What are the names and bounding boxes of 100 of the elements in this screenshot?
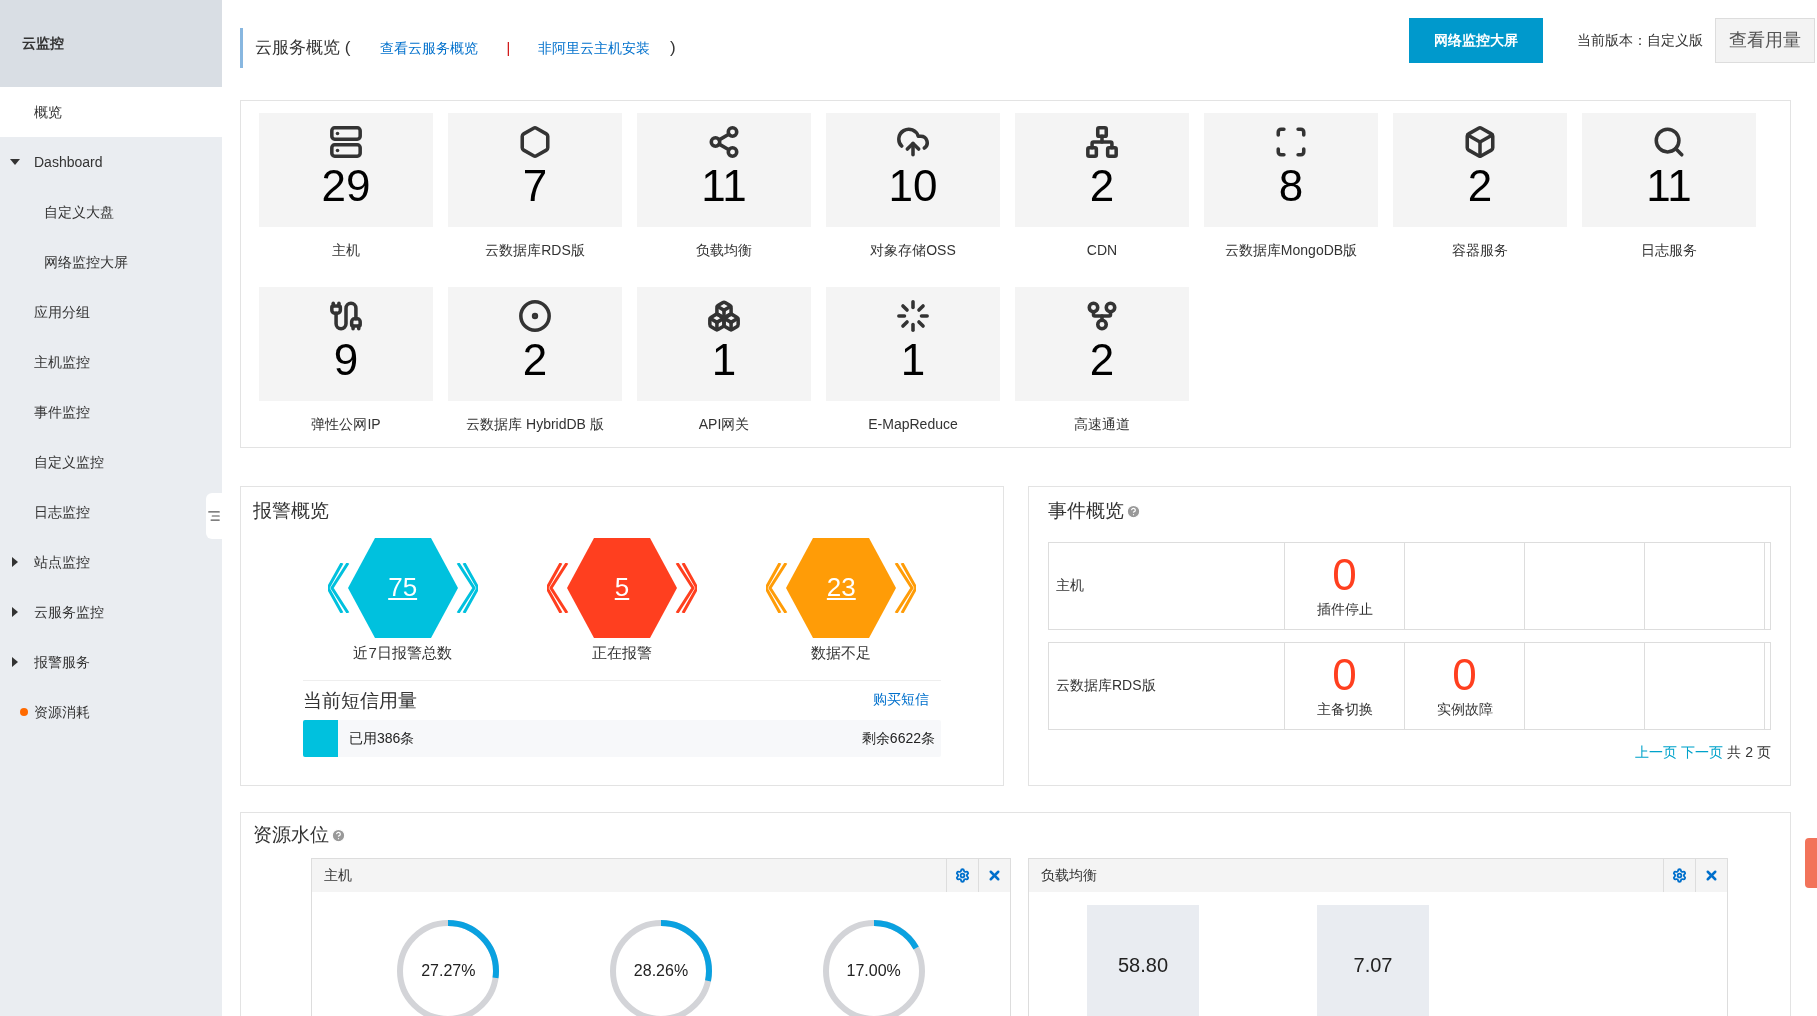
version-label: 当前版本：自定义版 (1577, 31, 1703, 50)
caret-right-icon (10, 557, 20, 567)
service-count: 9 (333, 334, 359, 386)
event-count[interactable]: 0 (1332, 551, 1357, 599)
service-tile[interactable]: 29 (259, 113, 433, 227)
sidebar-title: 云监控 (0, 0, 222, 87)
service-label: 对象存储OSS (870, 241, 956, 260)
service-label: 主机 (332, 241, 360, 260)
collapse-handle[interactable] (206, 493, 222, 539)
chevron-right-icon (455, 562, 478, 613)
service-count: 29 (321, 160, 371, 212)
chevron-left-icon (327, 562, 350, 613)
service-count: 11 (1646, 160, 1692, 212)
cube-icon (1463, 125, 1497, 159)
service-count: 1 (711, 334, 737, 386)
install-link[interactable]: 非阿里云主机安装 (538, 37, 651, 59)
service-count: 7 (522, 160, 548, 212)
service-tile[interactable]: 2 (1393, 113, 1567, 227)
sidebar-item[interactable]: 资源消耗 (0, 687, 222, 737)
gauge-reading: 28.26% (633, 960, 689, 981)
target-icon (518, 299, 552, 333)
chevron-right-icon (675, 562, 697, 613)
close-icon (1704, 867, 1719, 883)
alarm-count-link[interactable]: 5 (614, 568, 630, 607)
scan-icon (1274, 125, 1308, 159)
service-tile[interactable]: 1 (826, 287, 1000, 401)
service-label: 云数据库MongoDB版 (1224, 241, 1358, 260)
sidebar-item[interactable]: 站点监控 (0, 537, 222, 587)
sms-title: 当前短信用量 (303, 689, 417, 713)
cable-icon (329, 299, 363, 333)
sidebar-item[interactable]: 自定义大盘 (0, 187, 222, 237)
service-tile[interactable]: 2 (1015, 113, 1189, 227)
service-count: 2 (1089, 334, 1115, 386)
page-count: 共 2 页 (1727, 742, 1771, 762)
service-label: 高速通道 (1074, 415, 1130, 434)
caret-right-icon (10, 607, 20, 617)
cubes-icon (707, 299, 741, 333)
sidebar-item[interactable]: 自定义监控 (0, 437, 222, 487)
service-tile[interactable]: 2 (448, 287, 622, 401)
service-count: 2 (1467, 160, 1493, 212)
event-category-cell: 云数据库RDS版 (1049, 642, 1285, 729)
event-label: 实例故障 (1436, 700, 1493, 719)
help-icon[interactable] (331, 827, 346, 843)
alarm-label: 数据不足 (811, 642, 872, 663)
service-tile[interactable]: 11 (637, 113, 811, 227)
service-tile[interactable]: 7 (448, 113, 622, 227)
alarm-label: 近7日报警总数 (353, 642, 452, 663)
sidebar-item[interactable]: 概览 (0, 87, 222, 137)
chevron-right-icon (894, 562, 917, 613)
service-label: CDN (1086, 241, 1118, 260)
nodes-icon (707, 125, 741, 159)
network-icon (1085, 125, 1119, 159)
service-label: E-MapReduce (868, 415, 958, 434)
sidebar-item[interactable]: 应用分组 (0, 287, 222, 337)
event-count[interactable]: 0 (1452, 651, 1477, 699)
hexagon-icon (518, 125, 552, 159)
service-tile[interactable]: 10 (826, 113, 1000, 227)
service-label: 日志服务 (1641, 241, 1697, 260)
chevron-left-icon (547, 562, 569, 613)
gauge-reading: 27.27% (421, 960, 476, 981)
cloud-upload-icon (896, 125, 930, 159)
service-tile[interactable]: 9 (259, 287, 433, 401)
page-title-close: ) (670, 37, 676, 60)
event-count[interactable]: 0 (1332, 651, 1357, 699)
service-tile[interactable]: 11 (1582, 113, 1756, 227)
overview-link[interactable]: 查看云服务概览 (380, 37, 479, 59)
widget-title: 负载均衡 (1041, 865, 1097, 885)
loader-icon (896, 299, 930, 333)
search-icon (1652, 125, 1686, 159)
service-count: 2 (522, 334, 548, 386)
metric-tile: 7.07 (1317, 904, 1429, 1016)
settings-icon (1672, 867, 1687, 883)
view-usage-button[interactable]: 查看用量 (1715, 18, 1815, 63)
sidebar-item[interactable]: Dashboard (0, 137, 222, 187)
chevron-left-icon (766, 562, 789, 613)
sidebar-item[interactable]: 网络监控大屏 (0, 237, 222, 287)
event-category-cell: 主机 (1049, 542, 1285, 629)
sidebar-item[interactable]: 事件监控 (0, 387, 222, 437)
help-icon[interactable] (1126, 503, 1141, 519)
panel-title: 资源水位 (253, 823, 329, 847)
service-label: API网关 (698, 415, 750, 434)
caret-right-icon (10, 657, 20, 667)
caret-down-icon (10, 157, 20, 167)
service-tile[interactable]: 2 (1015, 287, 1189, 401)
service-label: 云数据库 HybridDB 版 (466, 415, 604, 434)
panel-title: 事件概览 (1048, 499, 1124, 523)
service-tile[interactable]: 8 (1204, 113, 1378, 227)
buy-sms-link[interactable]: 购买短信 (873, 688, 929, 710)
service-count: 10 (888, 160, 938, 212)
alarm-label: 正在报警 (592, 642, 652, 663)
event-label: 插件停止 (1316, 600, 1373, 619)
sidebar-item[interactable]: 主机监控 (0, 337, 222, 387)
widget-title: 主机 (324, 865, 352, 885)
menu-icon (207, 509, 221, 523)
sidebar-item[interactable]: 云服务监控 (0, 587, 222, 637)
remaining-count: 剩余6622条 (861, 728, 935, 748)
sidebar-item[interactable]: 报警服务 (0, 637, 222, 687)
service-count: 2 (1089, 160, 1115, 212)
gauge-reading: 17.00% (846, 960, 901, 981)
service-tile[interactable]: 1 (637, 287, 811, 401)
